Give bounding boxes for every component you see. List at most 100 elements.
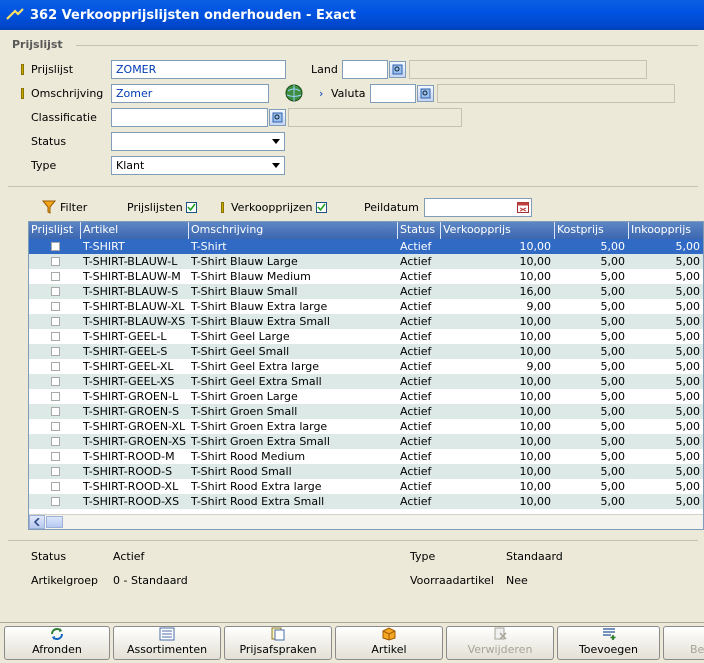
peildatum-input[interactable] bbox=[424, 198, 532, 217]
row-checkbox[interactable] bbox=[29, 389, 81, 404]
app-icon bbox=[6, 8, 24, 20]
checkbox-checked-icon bbox=[185, 202, 197, 213]
verkoopprijzen-checkbox[interactable]: Verkoopprijzen bbox=[231, 201, 327, 214]
toevoegen-button[interactable]: Toevoegen bbox=[557, 626, 660, 660]
row-checkbox[interactable] bbox=[29, 254, 81, 269]
horizontal-scrollbar[interactable] bbox=[29, 514, 703, 529]
verwijderen-button[interactable]: Verwijderen bbox=[446, 626, 554, 660]
table-row[interactable]: T-SHIRT T-Shirt Actief 10,00 5,00 5,00 bbox=[29, 239, 703, 254]
delete-icon bbox=[494, 627, 507, 640]
table-row[interactable]: T-SHIRT-GEEL-XL T-Shirt Geel Extra large A… bbox=[29, 359, 703, 374]
table-row[interactable]: T-SHIRT-GEEL-L T-Shirt Geel Large Actief 10… bbox=[29, 329, 703, 344]
table-row[interactable]: T-SHIRT-BLAUW-S T-Shirt Blauw Small Actief… bbox=[29, 284, 703, 299]
column-header-inkoopprijs[interactable]: Inkoopprijs bbox=[629, 222, 703, 239]
row-checkbox[interactable] bbox=[29, 479, 81, 494]
table-row[interactable]: T-SHIRT-GROEN-XL T-Shirt Groen Extra larg… bbox=[29, 419, 703, 434]
valuta-browse-button[interactable] bbox=[417, 85, 434, 102]
checkbox-icon bbox=[50, 347, 60, 356]
table-row[interactable]: T-SHIRT-ROOD-S T-Shirt Rood Small Actief 10… bbox=[29, 464, 703, 479]
assortimenten-button[interactable]: Assortimenten bbox=[113, 626, 221, 660]
table-row[interactable]: T-SHIRT-BLAUW-XS T-Shirt Blauw Extra Smal… bbox=[29, 314, 703, 329]
valuta-input[interactable] bbox=[370, 84, 416, 103]
artikel-button[interactable]: Artikel bbox=[335, 626, 443, 660]
column-header-status[interactable]: Status bbox=[398, 222, 441, 239]
column-header-prijslijst[interactable]: Prijslijst bbox=[29, 222, 81, 239]
cell-status: Actief bbox=[400, 330, 432, 343]
row-checkbox[interactable] bbox=[29, 494, 81, 509]
checkbox-icon bbox=[50, 437, 60, 446]
partial-button[interactable]: Be bbox=[663, 626, 704, 660]
table-row[interactable]: T-SHIRT-GEEL-XS T-Shirt Geel Extra Small A… bbox=[29, 374, 703, 389]
type-select[interactable]: Klant bbox=[111, 156, 285, 175]
column-header-artikel[interactable]: Artikel bbox=[81, 222, 189, 239]
row-checkbox[interactable] bbox=[29, 314, 81, 329]
globe-button[interactable] bbox=[284, 83, 304, 103]
scroll-left-button[interactable] bbox=[29, 515, 45, 529]
cell-status: Actief bbox=[400, 255, 432, 268]
valuta-label: Valuta bbox=[331, 87, 366, 100]
cell-kostprijs: 5,00 bbox=[600, 495, 626, 508]
table-row[interactable]: T-SHIRT-ROOD-XL T-Shirt Rood Extra large A… bbox=[29, 479, 703, 494]
prijslijsten-label: Prijslijsten bbox=[127, 201, 183, 214]
table-row[interactable]: T-SHIRT-GROEN-S T-Shirt Groen Small Actief… bbox=[29, 404, 703, 419]
scroll-thumb[interactable] bbox=[46, 516, 63, 528]
row-checkbox[interactable] bbox=[29, 329, 81, 344]
type-label: Type bbox=[31, 159, 57, 172]
prijsafspraken-button[interactable]: Prijsafspraken bbox=[224, 626, 332, 660]
row-checkbox[interactable] bbox=[29, 404, 81, 419]
cell-omschrijving: T-Shirt Blauw Extra Small bbox=[191, 315, 330, 328]
column-header-omschrijving[interactable]: Omschrijving bbox=[189, 222, 398, 239]
prijslijsten-checkbox[interactable]: Prijslijsten bbox=[127, 201, 197, 214]
valuta-arrow-icon: › bbox=[319, 87, 324, 100]
land-input[interactable] bbox=[342, 60, 388, 79]
cell-artikel: T-SHIRT-BLAUW-XL bbox=[83, 300, 185, 313]
row-checkbox[interactable] bbox=[29, 344, 81, 359]
column-header-verkoopprijs[interactable]: Verkoopprijs bbox=[441, 222, 555, 239]
row-checkbox[interactable] bbox=[29, 449, 81, 464]
cell-omschrijving: T-Shirt Groen Small bbox=[191, 405, 298, 418]
table-row[interactable]: T-SHIRT-ROOD-XS T-Shirt Rood Extra Small A… bbox=[29, 494, 703, 509]
cell-verkoopprijs: 16,00 bbox=[519, 285, 552, 298]
cell-inkoopprijs: 5,00 bbox=[675, 375, 701, 388]
row-checkbox[interactable] bbox=[29, 374, 81, 389]
cell-verkoopprijs: 10,00 bbox=[519, 390, 552, 403]
table-row[interactable]: T-SHIRT-GROEN-XS T-Shirt Groen Extra Smal… bbox=[29, 434, 703, 449]
cell-artikel: T-SHIRT-GROEN-XS bbox=[83, 435, 187, 448]
table-row[interactable]: T-SHIRT-ROOD-M T-Shirt Rood Medium Actief 1… bbox=[29, 449, 703, 464]
classificatie-browse-button[interactable] bbox=[269, 109, 286, 126]
cell-kostprijs: 5,00 bbox=[600, 330, 626, 343]
row-checkbox[interactable] bbox=[29, 299, 81, 314]
status-select[interactable] bbox=[111, 132, 285, 151]
box-icon bbox=[382, 627, 396, 641]
afronden-button[interactable]: Afronden bbox=[4, 626, 110, 660]
checkbox-icon bbox=[50, 392, 60, 401]
table-row[interactable]: T-SHIRT-BLAUW-XL T-Shirt Blauw Extra larg… bbox=[29, 299, 703, 314]
price-grid[interactable]: Prijslijst Artikel Omschrijving Status V… bbox=[28, 221, 704, 530]
table-row[interactable]: T-SHIRT-GEEL-S T-Shirt Geel Small Actief 10… bbox=[29, 344, 703, 359]
row-checkbox[interactable] bbox=[29, 419, 81, 434]
row-checkbox[interactable] bbox=[29, 269, 81, 284]
grid-header: Prijslijst Artikel Omschrijving Status V… bbox=[29, 222, 703, 239]
column-header-kostprijs[interactable]: Kostprijs bbox=[555, 222, 629, 239]
checkbox-icon bbox=[50, 242, 60, 251]
row-checkbox[interactable] bbox=[29, 359, 81, 374]
row-checkbox[interactable] bbox=[29, 464, 81, 479]
row-checkbox[interactable] bbox=[29, 434, 81, 449]
calendar-icon[interactable] bbox=[517, 201, 529, 216]
cell-status: Actief bbox=[400, 360, 432, 373]
detail-status-value: Actief bbox=[113, 550, 145, 563]
cell-omschrijving: T-Shirt Blauw Medium bbox=[191, 270, 311, 283]
cell-artikel: T-SHIRT bbox=[83, 240, 125, 253]
land-browse-button[interactable] bbox=[389, 61, 406, 78]
cell-verkoopprijs: 10,00 bbox=[519, 495, 552, 508]
checkbox-icon bbox=[50, 317, 60, 326]
omschrijving-input[interactable]: Zomer bbox=[111, 84, 269, 103]
prijslijst-input[interactable]: ZOMER bbox=[111, 60, 286, 79]
table-row[interactable]: T-SHIRT-BLAUW-L T-Shirt Blauw Large Actief… bbox=[29, 254, 703, 269]
row-checkbox[interactable] bbox=[29, 284, 81, 299]
table-row[interactable]: T-SHIRT-BLAUW-M T-Shirt Blauw Medium Actie… bbox=[29, 269, 703, 284]
filter-button[interactable]: Filter bbox=[42, 200, 87, 214]
table-row[interactable]: T-SHIRT-GROEN-L T-Shirt Groen Large Actief… bbox=[29, 389, 703, 404]
classificatie-input[interactable] bbox=[111, 108, 268, 127]
row-checkbox[interactable] bbox=[29, 239, 81, 254]
